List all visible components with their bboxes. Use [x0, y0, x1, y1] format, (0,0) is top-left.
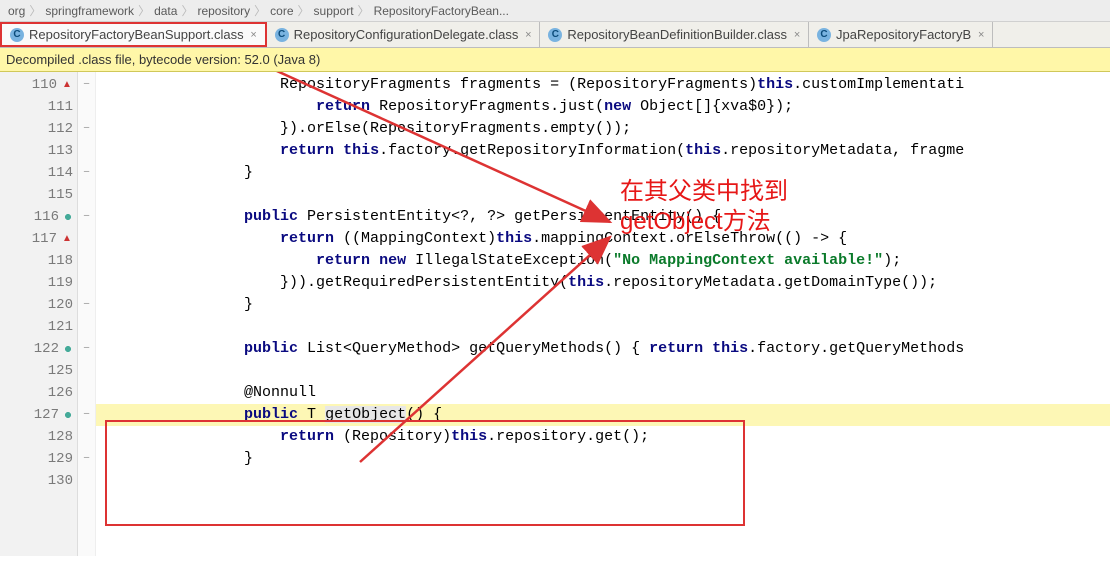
editor-tab[interactable]: C JpaRepositoryFactoryB ×	[809, 22, 993, 47]
fold-column[interactable]: − − − − − − − −	[78, 72, 96, 556]
fold-handle[interactable]	[78, 184, 95, 206]
code-line[interactable]: }	[96, 162, 1110, 184]
close-icon[interactable]: ×	[249, 30, 259, 40]
fold-handle[interactable]: −	[78, 118, 95, 140]
line-number[interactable]: 122	[0, 338, 77, 360]
fold-handle[interactable]: −	[78, 74, 95, 96]
override-up-icon[interactable]: ▲	[61, 79, 73, 91]
implements-icon[interactable]	[63, 410, 73, 420]
editor-tab[interactable]: C RepositoryFactoryBeanSupport.class ×	[0, 22, 267, 47]
class-file-icon: C	[10, 28, 24, 42]
implements-icon[interactable]	[63, 344, 73, 354]
line-number[interactable]: 127	[0, 404, 77, 426]
line-number[interactable]: 112	[0, 118, 77, 140]
line-number[interactable]: 110▲	[0, 74, 77, 96]
code-line[interactable]: public T getObject() {	[96, 404, 1110, 426]
class-file-icon: C	[275, 28, 289, 42]
tab-label: RepositoryBeanDefinitionBuilder.class	[567, 27, 787, 42]
tabs-bar: C RepositoryFactoryBeanSupport.class × C Rep…	[0, 22, 1110, 48]
fold-handle[interactable]: −	[78, 404, 95, 426]
code-line[interactable]: public List<QueryMethod> getQueryMethods…	[96, 338, 1110, 360]
fold-handle[interactable]	[78, 360, 95, 382]
code-line[interactable]	[96, 316, 1110, 338]
breadcrumb-segment[interactable]: core	[270, 4, 293, 18]
breadcrumb[interactable]: org〉springframework〉data〉repository〉core…	[0, 0, 1110, 22]
breadcrumb-segment[interactable]: springframework	[45, 4, 134, 18]
code-line[interactable]	[96, 470, 1110, 492]
fold-handle[interactable]: −	[78, 338, 95, 360]
breadcrumb-segment[interactable]: support	[314, 4, 354, 18]
fold-handle[interactable]: −	[78, 448, 95, 470]
code-line[interactable]: return (Repository)this.repository.get()…	[96, 426, 1110, 448]
line-number[interactable]: 111	[0, 96, 77, 118]
fold-handle[interactable]	[78, 382, 95, 404]
line-number-gutter[interactable]: 110▲111112113114115116117▲11811912012112…	[0, 72, 78, 556]
fold-handle[interactable]	[78, 426, 95, 448]
implements-icon[interactable]	[63, 212, 73, 222]
line-number[interactable]: 119	[0, 272, 77, 294]
editor-tab[interactable]: C RepositoryConfigurationDelegate.class ×	[267, 22, 541, 47]
code-line[interactable]: return RepositoryFragments.just(new Obje…	[96, 96, 1110, 118]
line-number[interactable]: 130	[0, 470, 77, 492]
breadcrumb-segment[interactable]: org	[8, 4, 25, 18]
line-number[interactable]: 120	[0, 294, 77, 316]
code-line[interactable]	[96, 360, 1110, 382]
line-number[interactable]: 118	[0, 250, 77, 272]
override-up-icon[interactable]: ▲	[61, 233, 73, 245]
breadcrumb-segment[interactable]: RepositoryFactoryBean...	[374, 4, 509, 18]
fold-handle[interactable]: −	[78, 294, 95, 316]
code-line[interactable]: }	[96, 294, 1110, 316]
code-line[interactable]: public PersistentEntity<?, ?> getPersist…	[96, 206, 1110, 228]
line-number[interactable]: 125	[0, 360, 77, 382]
breadcrumb-segment[interactable]: repository	[197, 4, 250, 18]
line-number[interactable]: 114	[0, 162, 77, 184]
code-line[interactable]: }	[96, 448, 1110, 470]
line-number[interactable]: 126	[0, 382, 77, 404]
fold-handle[interactable]	[78, 96, 95, 118]
code-line[interactable]	[96, 184, 1110, 206]
code-line[interactable]: }).orElse(RepositoryFragments.empty());	[96, 118, 1110, 140]
code-line[interactable]: return new IllegalStateException("No Map…	[96, 250, 1110, 272]
fold-handle[interactable]	[78, 470, 95, 492]
close-icon[interactable]: ×	[976, 30, 986, 40]
editor: 110▲111112113114115116117▲11811912012112…	[0, 72, 1110, 556]
breadcrumb-segment[interactable]: data	[154, 4, 177, 18]
decompile-banner: Decompiled .class file, bytecode version…	[0, 48, 1110, 72]
code-line[interactable]: RepositoryFragments fragments = (Reposit…	[96, 74, 1110, 96]
fold-handle[interactable]: −	[78, 206, 95, 228]
close-icon[interactable]: ×	[523, 30, 533, 40]
close-icon[interactable]: ×	[792, 30, 802, 40]
line-number[interactable]: 115	[0, 184, 77, 206]
tab-label: RepositoryFactoryBeanSupport.class	[29, 27, 244, 42]
fold-handle[interactable]	[78, 250, 95, 272]
line-number[interactable]: 113	[0, 140, 77, 162]
fold-handle[interactable]	[78, 140, 95, 162]
code-line[interactable]: return ((MappingContext)this.mappingCont…	[96, 228, 1110, 250]
code-area[interactable]: RepositoryFragments fragments = (Reposit…	[96, 72, 1110, 556]
class-file-icon: C	[817, 28, 831, 42]
code-line[interactable]: @Nonnull	[96, 382, 1110, 404]
line-number[interactable]: 128	[0, 426, 77, 448]
tab-label: RepositoryConfigurationDelegate.class	[294, 27, 519, 42]
line-number[interactable]: 121	[0, 316, 77, 338]
code-line[interactable]: return this.factory.getRepositoryInforma…	[96, 140, 1110, 162]
fold-handle[interactable]	[78, 316, 95, 338]
code-line[interactable]: })).getRequiredPersistentEntity(this.rep…	[96, 272, 1110, 294]
line-number[interactable]: 117▲	[0, 228, 77, 250]
class-file-icon: C	[548, 28, 562, 42]
line-number[interactable]: 129	[0, 448, 77, 470]
fold-handle[interactable]	[78, 272, 95, 294]
fold-handle[interactable]	[78, 228, 95, 250]
line-number[interactable]: 116	[0, 206, 77, 228]
editor-tab[interactable]: C RepositoryBeanDefinitionBuilder.class ×	[540, 22, 809, 47]
fold-handle[interactable]: −	[78, 162, 95, 184]
tab-label: JpaRepositoryFactoryB	[836, 27, 971, 42]
